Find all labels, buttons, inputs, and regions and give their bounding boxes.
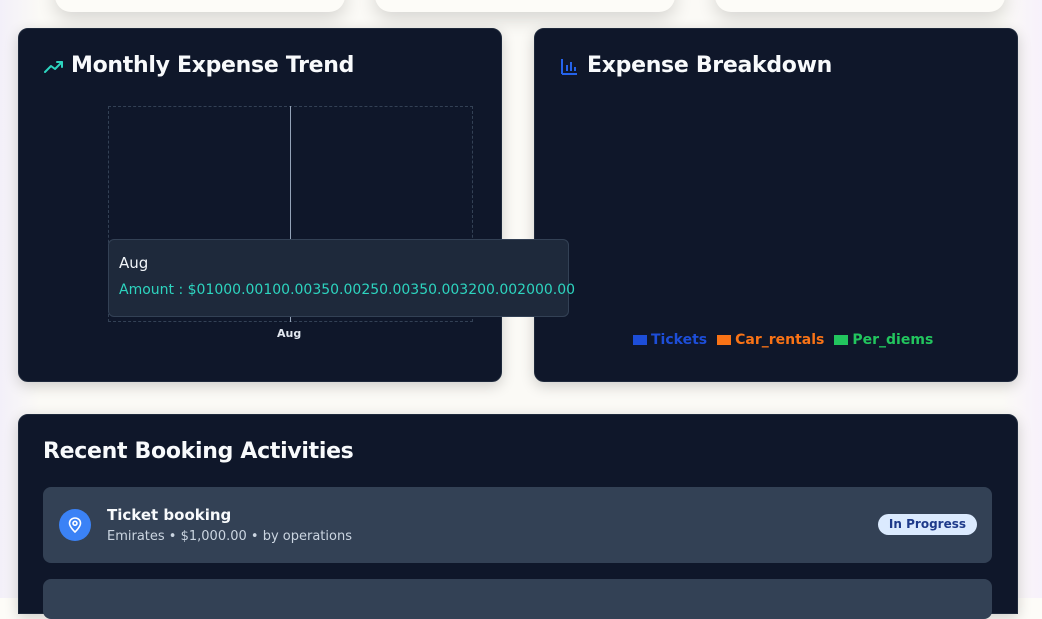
tooltip-value: Amount : $01000.00100.00350.00250.00350.… xyxy=(119,282,576,298)
legend-swatch xyxy=(717,335,732,345)
activity-title: Ticket booking xyxy=(107,506,232,524)
map-pin-icon xyxy=(59,509,91,541)
stat-card xyxy=(375,0,675,12)
trending-up-icon xyxy=(44,61,63,73)
x-axis-tick-aug: Aug xyxy=(277,327,302,340)
legend-label: Car_rentals xyxy=(735,332,825,348)
legend-item-tickets[interactable]: Tickets xyxy=(633,332,707,348)
breakdown-legend: Tickets Car_rentals Per_diems xyxy=(633,332,933,348)
recent-activities-title: Recent Booking Activities xyxy=(43,439,354,464)
expense-trend-title: Monthly Expense Trend xyxy=(71,53,355,78)
status-badge: In Progress xyxy=(877,514,977,535)
expense-trend-card: Monthly Expense Trend Aug xyxy=(18,28,502,382)
legend-item-per-diems[interactable]: Per_diems xyxy=(834,332,933,348)
stat-card xyxy=(715,0,1005,12)
legend-swatch xyxy=(633,335,647,345)
bar-chart-icon xyxy=(561,59,577,75)
tooltip-label: Aug xyxy=(119,254,149,272)
activity-item[interactable]: Ticket booking Emirates • $1,000.00 • by… xyxy=(43,487,992,563)
legend-swatch xyxy=(834,335,849,345)
legend-label: Per_diems xyxy=(852,332,934,348)
legend-label: Tickets xyxy=(651,332,708,348)
chart-tooltip: Aug Amount : $01000.00100.00350.00250.00… xyxy=(108,239,575,317)
activity-meta: Emirates • $1,000.00 • by operations xyxy=(107,529,352,544)
expense-breakdown-title: Expense Breakdown xyxy=(587,53,832,78)
activity-item[interactable] xyxy=(43,579,992,619)
stat-card xyxy=(55,0,345,12)
expense-breakdown-card: Expense Breakdown Tickets Car_rentals Pe… xyxy=(534,28,1018,382)
legend-item-car-rentals[interactable]: Car_rentals xyxy=(717,332,824,348)
